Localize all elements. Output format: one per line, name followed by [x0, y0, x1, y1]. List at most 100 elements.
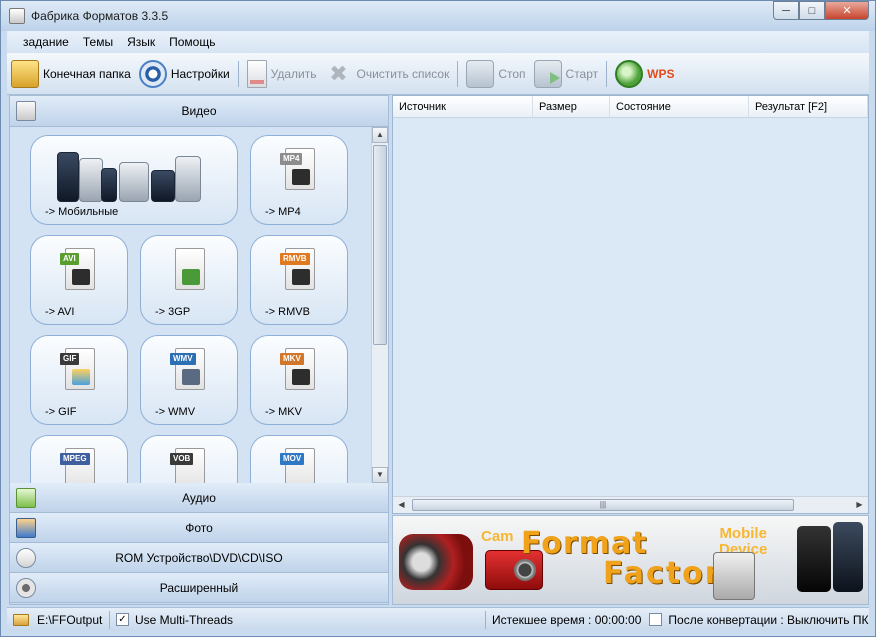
column-size[interactable]: Размер	[533, 96, 610, 117]
stop-label: Стоп	[498, 66, 526, 81]
category-photo[interactable]: Фото	[10, 513, 388, 543]
film-strip-icon	[72, 269, 90, 285]
tile-gif[interactable]: GIF -> GIF	[30, 335, 128, 425]
tile-mpeg[interactable]: MPEG	[30, 435, 128, 483]
status-separator	[485, 610, 486, 629]
scroll-down-button[interactable]: ▼	[372, 467, 388, 483]
category-audio-label: Аудио	[182, 490, 216, 505]
tile-mp4[interactable]: MP4 -> MP4	[250, 135, 348, 225]
arrow-left-icon: ◀	[398, 500, 405, 509]
after-convert-checkbox[interactable]	[649, 613, 663, 626]
mp4-badge: MP4	[280, 153, 303, 165]
wmv-file-icon: WMV	[170, 348, 205, 390]
wps-label: WPS	[647, 66, 675, 81]
avi-file-icon: AVI	[60, 248, 95, 290]
film-strip-icon	[292, 369, 310, 385]
mkv-badge: MKV	[280, 353, 304, 365]
settings-label: Настройки	[170, 66, 230, 81]
scroll-right-button[interactable]: ▶	[851, 497, 868, 513]
tile-mobile[interactable]: -> Мобильные	[30, 135, 238, 225]
smartphone-image	[833, 522, 863, 592]
multithreads-checkbox[interactable]: ✓	[116, 613, 129, 626]
status-bar: E:\FFOutput ✓ Use Multi-Threads Истекшее…	[7, 607, 869, 631]
start-button[interactable]: Старт	[530, 56, 603, 92]
handheld-image	[713, 552, 755, 600]
window-controls: ─ □ ✕	[773, 1, 869, 20]
task-list-header: Источник Размер Состояние Результат [F2]	[393, 96, 868, 118]
scroll-left-button[interactable]: ◀	[393, 497, 410, 513]
clear-x-icon: ✖	[329, 60, 348, 86]
start-label: Старт	[565, 66, 599, 81]
arrow-down-icon: ▼	[376, 470, 384, 479]
image-icon	[72, 369, 90, 385]
category-photo-label: Фото	[185, 520, 213, 535]
minimize-icon: ─	[782, 4, 790, 17]
tile-mp4-label: -> MP4	[265, 206, 301, 218]
tile-vob[interactable]: VOB	[140, 435, 238, 483]
wps-button[interactable]: WPS	[611, 56, 678, 92]
menu-themes[interactable]: Темы	[76, 35, 120, 49]
category-audio[interactable]: Аудио	[10, 483, 388, 513]
tile-3gp[interactable]: -> 3GP	[140, 235, 238, 325]
mpeg-badge: MPEG	[60, 453, 90, 465]
category-video[interactable]: Видео	[10, 96, 388, 127]
menu-help[interactable]: Помощь	[162, 35, 222, 49]
delete-document-icon	[246, 59, 267, 88]
tile-gif-label: -> GIF	[45, 406, 77, 418]
app-icon[interactable]	[9, 8, 25, 24]
column-result[interactable]: Результат [F2]	[749, 96, 868, 117]
column-source[interactable]: Источник	[393, 96, 533, 117]
column-state[interactable]: Состояние	[610, 96, 749, 117]
horizontal-scrollbar-thumb[interactable]: |||	[412, 499, 794, 511]
menu-language[interactable]: Язык	[120, 35, 162, 49]
scrollbar-thumb[interactable]	[373, 145, 387, 345]
arrow-right-icon: ▶	[856, 500, 863, 509]
horizontal-scrollbar[interactable]: ◀ ||| ▶	[393, 496, 868, 513]
tile-wmv[interactable]: WMV -> WMV	[140, 335, 238, 425]
disc-drive-icon	[16, 548, 36, 568]
settings-button[interactable]: Настройки	[135, 56, 234, 92]
mpeg-file-icon: MPEG	[60, 448, 95, 483]
film-reel-icon	[16, 578, 36, 598]
vertical-scrollbar[interactable]: ▲ ▼	[371, 127, 388, 483]
film-reel-icon	[292, 169, 310, 185]
tile-mkv[interactable]: MKV -> MKV	[250, 335, 348, 425]
format-factory-banner: Cam Format Factory Mobile Device	[392, 515, 869, 605]
tile-mobile-label: -> Мобильные	[45, 206, 119, 218]
tile-rmvb[interactable]: RMVB -> RMVB	[250, 235, 348, 325]
category-advanced[interactable]: Расширенный	[10, 573, 388, 603]
output-folder-button[interactable]: Конечная папка	[7, 56, 135, 92]
status-separator	[109, 610, 110, 629]
music-note-icon	[16, 488, 36, 508]
tile-avi[interactable]: AVI -> AVI	[30, 235, 128, 325]
delete-button[interactable]: Удалить	[243, 56, 321, 92]
banner-mobile-text: Mobile	[719, 525, 767, 542]
stop-button[interactable]: Стоп	[462, 56, 529, 92]
multithreads-label: Use Multi-Threads	[135, 612, 234, 627]
picture-icon	[16, 518, 36, 538]
wps-globe-icon	[615, 59, 644, 88]
gear-icon	[138, 59, 167, 88]
maximize-button[interactable]: □	[799, 1, 825, 20]
category-video-label: Видео	[181, 104, 217, 118]
menu-task[interactable]: задание	[7, 35, 76, 49]
category-rom[interactable]: ROM Устройство\DVD\CD\ISO	[10, 543, 388, 573]
folder-icon	[11, 59, 39, 88]
scroll-up-button[interactable]: ▲	[372, 127, 388, 143]
mobile-devices-icon	[55, 144, 215, 202]
clear-list-button[interactable]: ✖ Очистить список	[320, 56, 453, 92]
output-path[interactable]: E:\FFOutput	[37, 613, 103, 627]
film-clapper-icon	[16, 101, 36, 121]
toolbar-separator	[237, 60, 239, 87]
tile-mov[interactable]: MOV	[250, 435, 348, 483]
mp4-file-icon: MP4	[280, 148, 315, 190]
elapsed-time: Истекшее время : 00:00:00	[492, 612, 642, 627]
rmvb-file-icon: RMVB	[280, 248, 315, 290]
menu-bar: задание Темы Язык Помощь	[7, 31, 869, 53]
close-button[interactable]: ✕	[825, 1, 869, 20]
status-right: Истекшее время : 00:00:00 После конверта…	[485, 609, 868, 630]
mov-badge: MOV	[280, 453, 305, 465]
output-folder-icon[interactable]	[13, 613, 29, 626]
minimize-button[interactable]: ─	[773, 1, 799, 20]
category-advanced-label: Расширенный	[159, 580, 239, 595]
